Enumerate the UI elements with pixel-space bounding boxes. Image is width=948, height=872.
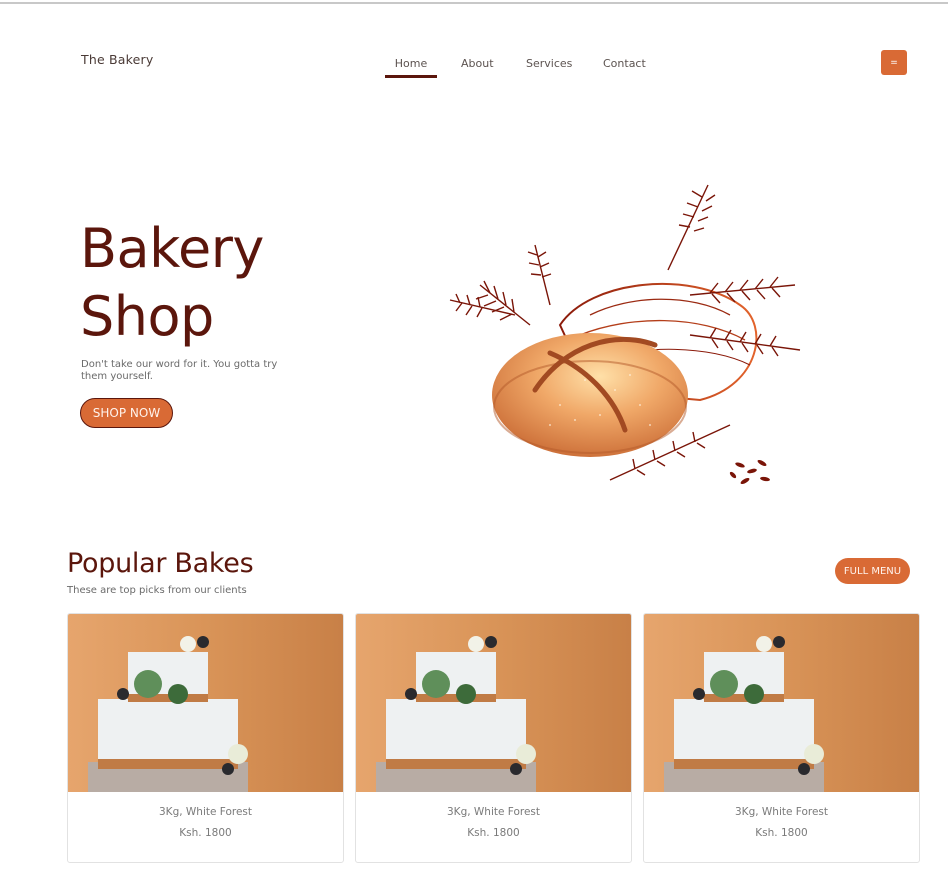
shop-now-button[interactable]: SHOP NOW (80, 398, 173, 428)
window-top-border (0, 2, 948, 4)
hero-title: Bakery Shop (80, 215, 264, 351)
nav-contact[interactable]: Contact (603, 55, 646, 80)
product-card[interactable]: 3Kg, White Forest Ksh. 1800 (643, 613, 920, 863)
nav-home[interactable]: Home (385, 55, 437, 80)
cake-image (68, 614, 343, 792)
product-name: 3Kg, White Forest (447, 806, 540, 818)
menu-icon: = (890, 57, 898, 68)
brand-logo-text[interactable]: The Bakery (81, 52, 153, 67)
hamburger-menu-button[interactable]: = (881, 50, 907, 75)
product-price: Ksh. 1800 (467, 827, 520, 839)
full-menu-button[interactable]: FULL MENU (835, 558, 910, 584)
product-card[interactable]: 3Kg, White Forest Ksh. 1800 (355, 613, 632, 863)
cake-image (356, 614, 631, 792)
hero-tagline: Don't take our word for it. You gotta tr… (81, 359, 278, 382)
nav-about[interactable]: About (461, 55, 494, 80)
section-title: Popular Bakes (67, 548, 254, 579)
product-name: 3Kg, White Forest (735, 806, 828, 818)
nav-services[interactable]: Services (526, 55, 572, 80)
hero-title-line-1: Bakery (80, 217, 264, 280)
product-card[interactable]: 3Kg, White Forest Ksh. 1800 (67, 613, 344, 863)
section-subtitle: These are top picks from our clients (67, 585, 247, 596)
product-name: 3Kg, White Forest (159, 806, 252, 818)
product-price: Ksh. 1800 (179, 827, 232, 839)
hero-title-line-2: Shop (80, 285, 214, 348)
bread-illustration (449, 184, 801, 485)
product-price: Ksh. 1800 (755, 827, 808, 839)
cake-image (644, 614, 919, 792)
